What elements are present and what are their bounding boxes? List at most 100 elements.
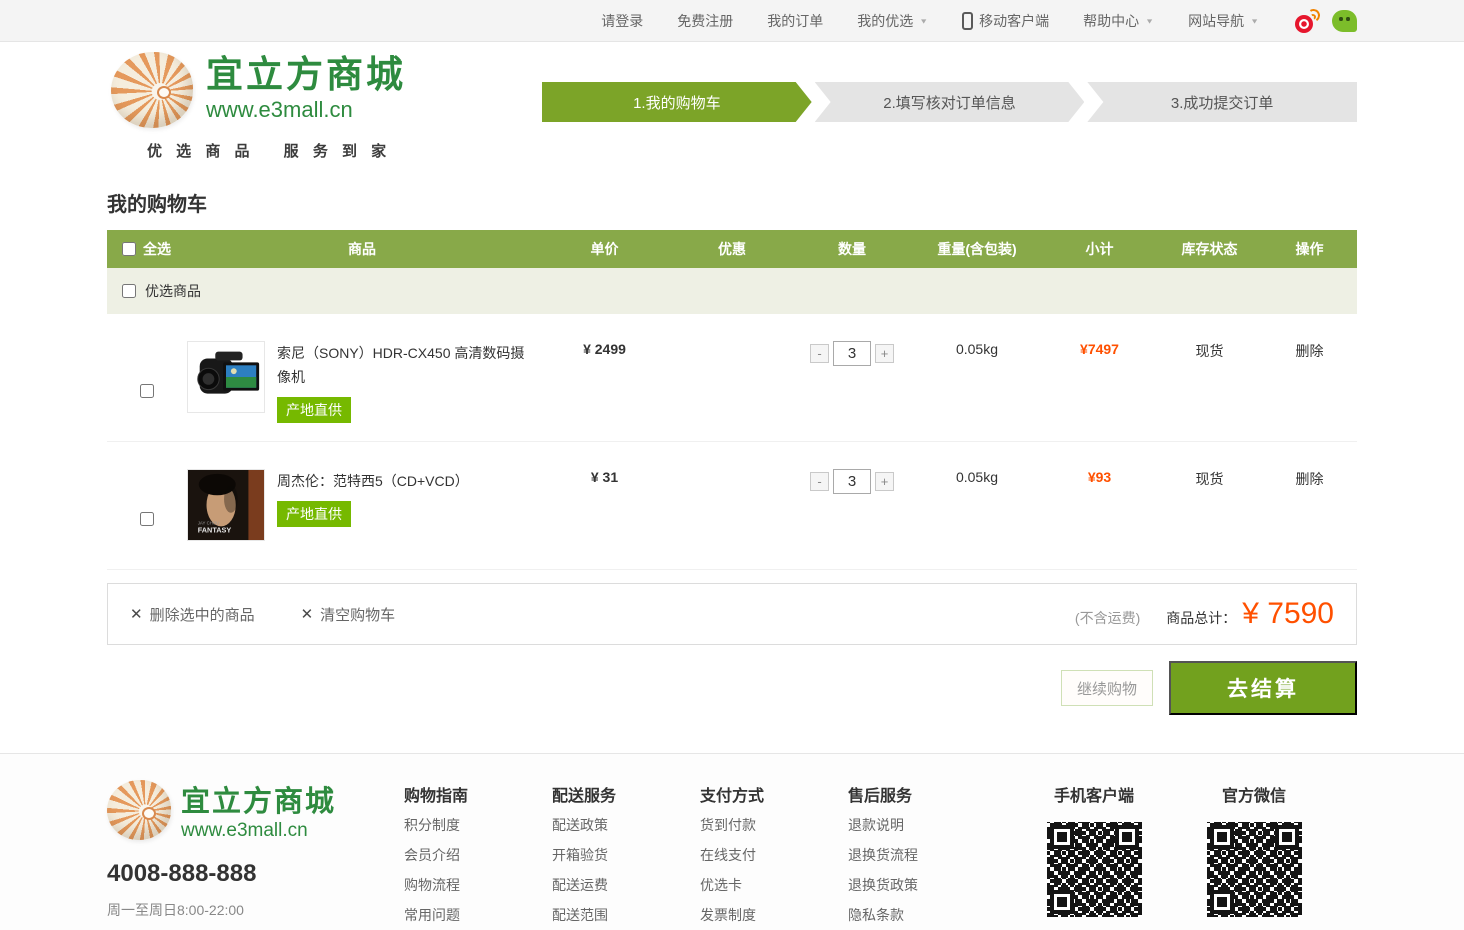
footer-link[interactable]: 配送运费	[552, 870, 700, 900]
checkout-button[interactable]: 去结算	[1169, 661, 1357, 715]
mobile-client-label: 移动客户端	[979, 11, 1049, 31]
product-title[interactable]: 索尼（SONY）HDR-CX450 高清数码摄像机	[277, 341, 535, 389]
col-product: 商品	[187, 239, 537, 259]
footer-link[interactable]: 货到付款	[700, 810, 848, 840]
quantity-plus-button[interactable]: +	[875, 344, 894, 363]
group-select-checkbox[interactable]	[122, 284, 136, 298]
footer-link[interactable]: 开箱验货	[552, 840, 700, 870]
stock-status: 现货	[1157, 341, 1262, 361]
origin-supply-badge: 产地直供	[277, 397, 351, 423]
step-confirm-order: 2.填写核对订单信息	[815, 82, 1085, 122]
footer-link[interactable]: 退换货流程	[848, 840, 996, 870]
cart-row-album: JAY CHOU FANTASY 周杰伦：范特西5（CD+VCD） 产地直供 ¥…	[107, 442, 1357, 570]
cart-table-header: 全选 商品 单价 优惠 数量 重量(含包装) 小计 库存状态 操作	[107, 230, 1357, 268]
delete-item-link[interactable]: 删除	[1296, 471, 1324, 487]
product-title[interactable]: 周杰伦：范特西5（CD+VCD）	[277, 469, 535, 493]
site-nav-menu[interactable]: 网站导航 ▼	[1188, 11, 1259, 31]
col-action: 操作	[1262, 239, 1357, 259]
chevron-down-icon: ▼	[1250, 17, 1259, 25]
footer-link[interactable]: 优选卡	[700, 870, 848, 900]
quantity-plus-button[interactable]: +	[875, 472, 894, 491]
help-center-label: 帮助中心	[1083, 11, 1139, 31]
footer-link[interactable]: 配送范围	[552, 900, 700, 930]
cart-actions: 继续购物 去结算	[107, 661, 1357, 715]
delete-selected-link[interactable]: ✕ 删除选中的商品	[130, 604, 255, 625]
logo-url: www.e3mall.cn	[206, 97, 406, 123]
step-my-cart: 1.我的购物车	[542, 82, 812, 122]
footer-column-title: 售后服务	[848, 782, 996, 806]
mobile-phone-icon	[962, 12, 973, 30]
logo[interactable]: 宜立方商城 www.e3mall.cn	[111, 52, 406, 128]
col-unit-price: 单价	[537, 239, 672, 259]
weight-value: 0.05kg	[912, 341, 1042, 357]
select-all-checkbox[interactable]	[122, 242, 136, 256]
footer-qr-section: 手机客户端 官方微信	[1034, 778, 1314, 917]
footer-link[interactable]: 在线支付	[700, 840, 848, 870]
delete-selected-label: 删除选中的商品	[150, 604, 255, 625]
clear-cart-link[interactable]: ✕ 清空购物车	[301, 604, 396, 625]
site-footer: 宜立方商城 www.e3mall.cn 4008-888-888 周一至周日8:…	[0, 753, 1464, 930]
footer-link[interactable]: 隐私条款	[848, 900, 996, 930]
camcorder-illustration	[188, 342, 264, 412]
footer-column-shopping-guide: 购物指南 积分制度 会员介绍 购物流程 常用问题	[404, 778, 552, 930]
my-picks-menu[interactable]: 我的优选 ▼	[857, 11, 928, 31]
footer-link[interactable]: 退换货政策	[848, 870, 996, 900]
select-all-label: 全选	[143, 239, 171, 259]
logo-name: 宜立方商城	[206, 57, 406, 96]
footer-link[interactable]: 常用问题	[404, 900, 552, 930]
x-icon: ✕	[301, 605, 314, 623]
svg-text:FANTASY: FANTASY	[198, 525, 232, 534]
footer-link[interactable]: 购物流程	[404, 870, 552, 900]
unit-price: ¥ 31	[537, 469, 672, 485]
footer-column-title: 支付方式	[700, 782, 848, 806]
album-cover-illustration: JAY CHOU FANTASY	[188, 469, 264, 541]
login-link[interactable]: 请登录	[601, 11, 643, 31]
weight-value: 0.05kg	[912, 469, 1042, 485]
total-value: ¥ 7590	[1242, 597, 1334, 631]
service-hours: 周一至周日8:00-22:00	[107, 900, 404, 920]
register-link[interactable]: 免费注册	[677, 11, 733, 31]
checkout-steps: 1.我的购物车 2.填写核对订单信息 3.成功提交订单	[542, 82, 1357, 122]
qr-title: 官方微信	[1194, 782, 1314, 806]
col-quantity: 数量	[792, 239, 912, 259]
wechat-icon[interactable]	[1332, 10, 1357, 32]
product-image-camcorder[interactable]	[187, 341, 265, 413]
qr-title: 手机客户端	[1034, 782, 1154, 806]
my-orders-link[interactable]: 我的订单	[767, 11, 823, 31]
footer-link[interactable]: 发票制度	[700, 900, 848, 930]
product-image-album[interactable]: JAY CHOU FANTASY	[187, 469, 265, 541]
row-checkbox[interactable]	[140, 384, 154, 398]
logo-shell-icon	[107, 780, 171, 840]
footer-logo[interactable]: 宜立方商城 www.e3mall.cn	[107, 778, 404, 842]
cart-summary-bar: ✕ 删除选中的商品 ✕ 清空购物车 (不含运费) 商品总计： ¥ 7590	[107, 583, 1357, 645]
group-label: 优选商品	[145, 281, 201, 301]
col-weight: 重量(含包装)	[912, 239, 1042, 259]
quantity-input[interactable]: 3	[833, 341, 871, 366]
main-content: 我的购物车 全选 商品 单价 优惠 数量 重量(含包装) 小计 库存状态 操作 …	[107, 188, 1357, 715]
quantity-minus-button[interactable]: -	[810, 344, 829, 363]
quantity-minus-button[interactable]: -	[810, 472, 829, 491]
wechat-qr-block: 官方微信	[1194, 778, 1314, 917]
col-subtotal: 小计	[1042, 239, 1157, 259]
footer-link[interactable]: 配送政策	[552, 810, 700, 840]
continue-shopping-button[interactable]: 继续购物	[1061, 670, 1153, 706]
topbar: 请登录 免费注册 我的订单 我的优选 ▼ 移动客户端 帮助中心 ▼ 网站导航 ▼	[0, 0, 1464, 42]
quantity-input[interactable]: 3	[833, 469, 871, 494]
chevron-down-icon: ▼	[919, 17, 928, 25]
footer-column-after-sales: 售后服务 退款说明 退换货流程 退换货政策 隐私条款	[848, 778, 996, 930]
mobile-client-link[interactable]: 移动客户端	[962, 11, 1049, 31]
help-center-menu[interactable]: 帮助中心 ▼	[1083, 11, 1154, 31]
footer-logo-name: 宜立方商城	[181, 778, 336, 820]
footer-column-title: 购物指南	[404, 782, 552, 806]
delete-item-link[interactable]: 删除	[1296, 343, 1324, 359]
footer-link[interactable]: 积分制度	[404, 810, 552, 840]
wechat-qr-code	[1207, 822, 1302, 917]
weibo-icon[interactable]	[1295, 9, 1320, 33]
footer-link[interactable]: 退款说明	[848, 810, 996, 840]
col-discount: 优惠	[672, 239, 792, 259]
row-checkbox[interactable]	[140, 512, 154, 526]
origin-supply-badge: 产地直供	[277, 501, 351, 527]
footer-link[interactable]: 会员介绍	[404, 840, 552, 870]
footer-column-title: 配送服务	[552, 782, 700, 806]
mobile-app-qr-code	[1047, 822, 1142, 917]
